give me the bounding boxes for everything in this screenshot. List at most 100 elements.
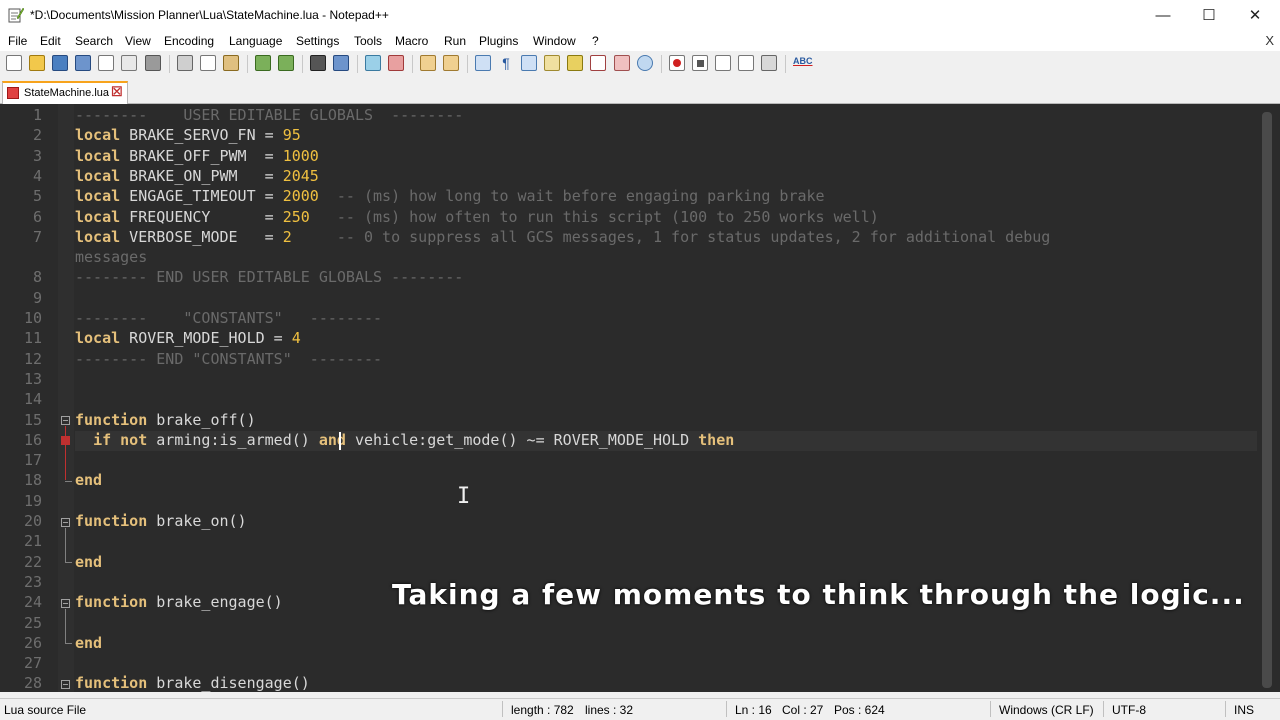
status-insert-mode[interactable]: INS	[1234, 703, 1254, 717]
fold-toggle-icon[interactable]	[61, 518, 70, 527]
code-token: -- 0 to suppress all GCS messages, 1 for…	[291, 227, 1051, 246]
sync-vertical-icon[interactable]	[420, 55, 436, 71]
menu-window[interactable]: Window	[533, 34, 576, 48]
fold-toggle-icon[interactable]	[61, 599, 70, 608]
close-window-button[interactable]: ✕	[1232, 0, 1278, 31]
unsaved-file-icon	[7, 87, 19, 99]
line-number: 19	[23, 491, 42, 510]
spell-check-icon[interactable]: ABC	[793, 55, 813, 71]
menu-tools[interactable]: Tools	[354, 34, 382, 48]
fold-end	[65, 643, 72, 644]
save-macro-icon[interactable]	[761, 55, 777, 71]
maximize-button[interactable]: ☐	[1186, 0, 1232, 31]
line-number: 21	[23, 532, 42, 551]
line-number: 27	[23, 654, 42, 673]
menu-view[interactable]: View	[125, 34, 151, 48]
menu-macro[interactable]: Macro	[395, 34, 428, 48]
save-icon[interactable]	[52, 55, 68, 71]
code-token: 2000	[282, 187, 319, 206]
fold-line	[65, 528, 66, 562]
status-position: Pos : 624	[834, 703, 885, 717]
menu-help[interactable]: ?	[592, 34, 599, 48]
status-divider	[726, 701, 727, 717]
redo-icon[interactable]	[278, 55, 294, 71]
code-token: -------- USER EDITABLE GLOBALS --------	[75, 106, 464, 124]
record-macro-icon[interactable]	[669, 55, 685, 71]
zoom-out-icon[interactable]	[388, 55, 404, 71]
run-macro-multiple-icon[interactable]	[738, 55, 754, 71]
menu-plugins[interactable]: Plugins	[479, 34, 518, 48]
folder-workspace-icon[interactable]	[614, 55, 630, 71]
code-line: end	[75, 633, 102, 653]
code-token: brake_engage()	[147, 593, 283, 612]
stop-recording-icon[interactable]	[692, 55, 708, 71]
paste-icon[interactable]	[223, 55, 239, 71]
status-divider	[990, 701, 991, 717]
toolbar-separator	[785, 55, 786, 73]
code-token: local	[75, 146, 121, 165]
open-folder-icon[interactable]	[29, 55, 45, 71]
show-all-characters-icon[interactable]: ¶	[498, 55, 514, 71]
code-line: messages	[75, 247, 147, 267]
code-token: end	[75, 633, 103, 652]
code-token: 2	[282, 227, 292, 246]
sync-horizontal-icon[interactable]	[443, 55, 459, 71]
close-all-icon[interactable]	[121, 55, 137, 71]
print-icon[interactable]	[145, 55, 161, 71]
code-token: BRAKE_SERVO_FN =	[120, 126, 283, 145]
playback-macro-icon[interactable]	[715, 55, 731, 71]
udl-icon[interactable]	[544, 55, 560, 71]
line-number: 6	[32, 207, 42, 226]
menu-run[interactable]: Run	[444, 34, 466, 48]
video-caption-overlay: Taking a few moments to think through th…	[392, 578, 1245, 611]
menu-encoding[interactable]: Encoding	[164, 34, 214, 48]
code-token: function	[75, 593, 148, 612]
cut-icon[interactable]	[177, 55, 193, 71]
menu-search[interactable]: Search	[75, 34, 113, 48]
function-list-icon[interactable]	[590, 55, 606, 71]
undo-icon[interactable]	[255, 55, 271, 71]
menu-file[interactable]: File	[8, 34, 27, 48]
vertical-scrollbar[interactable]	[1257, 104, 1280, 692]
status-encoding[interactable]: UTF-8	[1112, 703, 1146, 717]
scrollbar-thumb[interactable]	[1262, 112, 1272, 688]
code-line: local VERBOSE_MODE = 2 -- 0 to suppress …	[75, 227, 1050, 247]
close-file-icon[interactable]	[98, 55, 114, 71]
toolbar: ¶ ABC	[0, 51, 1280, 78]
tab-statemachine-lua[interactable]: StateMachine.lua ☒	[2, 81, 128, 104]
fold-toggle-icon[interactable]	[61, 680, 70, 689]
code-token: BRAKE_OFF_PWM =	[120, 146, 283, 165]
code-token: -------- END "CONSTANTS" --------	[75, 349, 383, 368]
word-wrap-icon[interactable]	[475, 55, 491, 71]
code-token: 1000	[282, 146, 319, 165]
status-eol[interactable]: Windows (CR LF)	[999, 703, 1094, 717]
line-number: 22	[23, 552, 42, 571]
close-document-button[interactable]: X	[1265, 33, 1274, 48]
indent-guide-icon[interactable]	[521, 55, 537, 71]
tab-close-icon[interactable]: ☒	[111, 84, 123, 100]
minimize-button[interactable]: —	[1140, 0, 1186, 31]
line-number: 24	[23, 593, 42, 612]
line-number: 28	[23, 674, 42, 692]
line-number: 7	[32, 227, 42, 246]
zoom-in-icon[interactable]	[365, 55, 381, 71]
new-file-icon[interactable]	[6, 55, 22, 71]
code-token: FREQUENCY =	[120, 207, 283, 226]
fold-end	[65, 562, 72, 563]
toolbar-separator	[247, 55, 248, 73]
document-map-icon[interactable]	[567, 55, 583, 71]
line-number: 13	[23, 369, 42, 388]
tab-label: StateMachine.lua	[24, 87, 109, 99]
code-token: -- (ms) how often to run this script (10…	[309, 207, 879, 226]
fold-toggle-icon[interactable]	[61, 416, 70, 425]
menu-language[interactable]: Language	[229, 34, 282, 48]
menu-edit[interactable]: Edit	[40, 34, 61, 48]
find-icon[interactable]	[310, 55, 326, 71]
replace-icon[interactable]	[333, 55, 349, 71]
line-number: 12	[23, 349, 42, 368]
code-token: -------- "CONSTANTS" --------	[75, 309, 383, 327]
monitoring-icon[interactable]	[637, 55, 653, 71]
save-all-icon[interactable]	[75, 55, 91, 71]
copy-icon[interactable]	[200, 55, 216, 71]
menu-settings[interactable]: Settings	[296, 34, 339, 48]
